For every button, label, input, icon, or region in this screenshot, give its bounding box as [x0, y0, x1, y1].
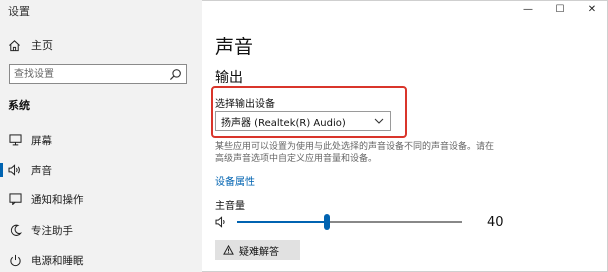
search-input[interactable]: [14, 66, 164, 82]
master-volume-label: 主音量: [215, 201, 245, 212]
troubleshoot-label: 疑难解答: [239, 246, 279, 258]
volume-slider-thumb[interactable]: [324, 214, 330, 230]
minimize-button[interactable]: —: [512, 0, 544, 18]
search-field[interactable]: [9, 64, 187, 84]
chevron-down-icon: [374, 118, 384, 124]
sidebar-item-notifications[interactable]: 通知和操作: [0, 189, 202, 209]
notification-icon: [8, 192, 22, 206]
monitor-icon: [8, 133, 22, 147]
speaker-icon: [8, 163, 22, 177]
section-title: 系统: [8, 99, 30, 112]
sidebar-item-label: 通知和操作: [31, 193, 84, 206]
device-properties-link[interactable]: 设备属性: [215, 173, 255, 188]
page-title: 声音: [215, 36, 254, 58]
sidebar-item-display[interactable]: 屏幕: [0, 130, 202, 150]
sidebar: 设置 主页 系统 屏: [0, 0, 202, 272]
search-icon[interactable]: [169, 68, 182, 81]
sidebar-item-label: 专注助手: [31, 224, 73, 237]
moon-icon: [8, 223, 22, 237]
sidebar-item-label: 电源和睡眠: [31, 254, 84, 267]
main-panel: — ☐ ✕ 声音 输出 选择输出设备 扬声器 (Realtek(R) Audio…: [202, 0, 608, 272]
home-icon: [9, 39, 20, 51]
power-icon: [8, 253, 22, 267]
sidebar-item-focus-assist[interactable]: 专注助手: [0, 220, 202, 240]
settings-window: 设置 主页 系统 屏: [0, 0, 608, 272]
speaker-volume-icon[interactable]: [215, 216, 229, 228]
device-description: 某些应用可以设置为使用与此处选择的声音设备不同的声音设备。请在高级声音选项中自定…: [215, 142, 495, 164]
window-controls: — ☐ ✕: [512, 0, 608, 18]
output-heading: 输出: [215, 70, 243, 86]
volume-row: 40: [215, 212, 505, 232]
troubleshoot-button[interactable]: 疑难解答: [215, 240, 300, 260]
volume-slider-fill: [237, 221, 327, 223]
output-device-dropdown[interactable]: 扬声器 (Realtek(R) Audio): [215, 111, 391, 131]
warning-icon: [223, 245, 234, 255]
sidebar-item-label: 屏幕: [31, 134, 52, 147]
volume-value: 40: [487, 215, 504, 230]
sidebar-item-label: 声音: [31, 164, 52, 177]
selected-device-value: 扬声器 (Realtek(R) Audio): [221, 117, 346, 129]
home-label: 主页: [31, 39, 53, 52]
choose-device-label: 选择输出设备: [215, 99, 275, 110]
app-title: 设置: [8, 5, 30, 18]
sidebar-item-sound[interactable]: 声音: [0, 160, 202, 180]
sidebar-item-home[interactable]: 主页: [8, 36, 53, 54]
close-button[interactable]: ✕: [576, 0, 608, 18]
maximize-button[interactable]: ☐: [544, 0, 576, 18]
sidebar-item-power[interactable]: 电源和睡眠: [0, 250, 202, 270]
